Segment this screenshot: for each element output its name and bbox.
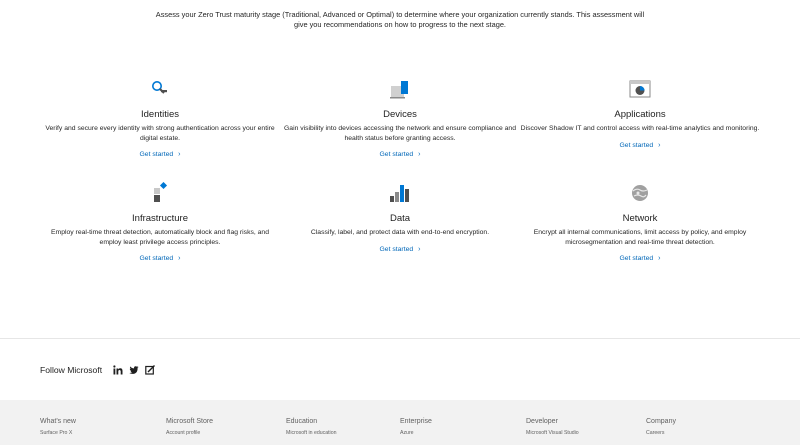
footer-link[interactable]: Microsoft Visual Studio	[526, 430, 579, 436]
devices-icon	[387, 78, 413, 100]
footer-column-heading: Education	[286, 418, 318, 425]
chevron-right-icon: ›	[418, 245, 421, 253]
intro-text: Assess your Zero Trust maturity stage (T…	[155, 10, 645, 29]
card-applications: Applications Discover Shadow IT and cont…	[520, 78, 760, 152]
footer-link[interactable]: Azure	[400, 430, 432, 436]
get-started-link-data[interactable]: Get started ›	[380, 246, 421, 253]
card-description: Employ real-time threat detection, autom…	[51, 229, 269, 246]
card-title: Identities	[140, 109, 180, 120]
card-title: Data	[389, 213, 411, 224]
chevron-right-icon: ›	[658, 141, 661, 149]
get-started-link-applications[interactable]: Get started ›	[620, 142, 661, 149]
section-divider	[0, 338, 800, 339]
site-footer: What's new Surface Pro X Microsoft Store…	[0, 400, 800, 445]
twitter-icon[interactable]	[129, 365, 139, 375]
card-description: Verify and secure every identity with st…	[45, 125, 275, 142]
network-globe-icon	[627, 182, 653, 204]
footer-column-developer: Developer Microsoft Visual Studio	[526, 418, 579, 436]
data-chart-icon	[387, 182, 413, 204]
card-network: Network Encrypt all internal communicati…	[520, 182, 760, 265]
card-title: Infrastructure	[132, 213, 188, 224]
footer-column-enterprise: Enterprise Azure	[400, 418, 432, 436]
footer-link[interactable]: Account profile	[166, 430, 213, 436]
footer-link[interactable]: Microsoft in education	[286, 430, 336, 436]
footer-column-heading: What's new	[40, 418, 76, 425]
get-started-link-infrastructure[interactable]: Get started ›	[140, 255, 181, 262]
card-title: Network	[622, 213, 658, 224]
card-title: Applications	[614, 109, 666, 120]
get-started-link-identities[interactable]: Get started ›	[140, 151, 181, 158]
chevron-right-icon: ›	[178, 151, 181, 159]
footer-column-microsoft-store: Microsoft Store Account profile	[166, 418, 213, 436]
footer-column-heading: Enterprise	[400, 418, 432, 425]
hero-title-clipped	[0, 0, 800, 6]
chevron-right-icon: ›	[658, 255, 661, 263]
identity-search-icon	[147, 78, 173, 100]
card-infrastructure: Infrastructure Employ real-time threat d…	[40, 181, 280, 265]
card-description: Gain visibility into devices accessing t…	[284, 125, 516, 142]
follow-label: Follow Microsoft	[40, 365, 103, 375]
chevron-right-icon: ›	[418, 151, 421, 159]
card-title: Devices	[383, 109, 417, 120]
footer-column-company: Company Careers	[646, 418, 676, 436]
microsoft-blog-icon[interactable]	[145, 365, 156, 375]
infrastructure-icon	[147, 181, 173, 204]
get-started-link-devices[interactable]: Get started ›	[380, 151, 421, 158]
footer-column-heading: Company	[646, 418, 676, 425]
card-devices: Devices Gain visibility into devices acc…	[280, 78, 520, 161]
footer-column-heading: Developer	[526, 418, 558, 425]
linkedin-icon[interactable]	[113, 365, 123, 375]
applications-icon	[627, 78, 653, 100]
card-data: Data Classify, label, and protect data w…	[280, 182, 520, 256]
card-identities: Identities Verify and secure every ident…	[40, 78, 280, 161]
follow-microsoft: Follow Microsoft	[40, 362, 161, 378]
footer-link[interactable]: Surface Pro X	[40, 430, 76, 436]
chevron-right-icon: ›	[178, 255, 181, 263]
get-started-link-network[interactable]: Get started ›	[620, 255, 661, 262]
card-description: Discover Shadow IT and control access wi…	[520, 125, 760, 132]
card-description: Classify, label, and protect data with e…	[310, 229, 490, 236]
footer-column-whats-new: What's new Surface Pro X	[40, 418, 76, 436]
footer-column-education: Education Microsoft in education	[286, 418, 336, 436]
footer-column-heading: Microsoft Store	[166, 418, 214, 425]
card-description: Encrypt all internal communications, lim…	[533, 229, 747, 246]
footer-link[interactable]: Careers	[646, 430, 676, 436]
